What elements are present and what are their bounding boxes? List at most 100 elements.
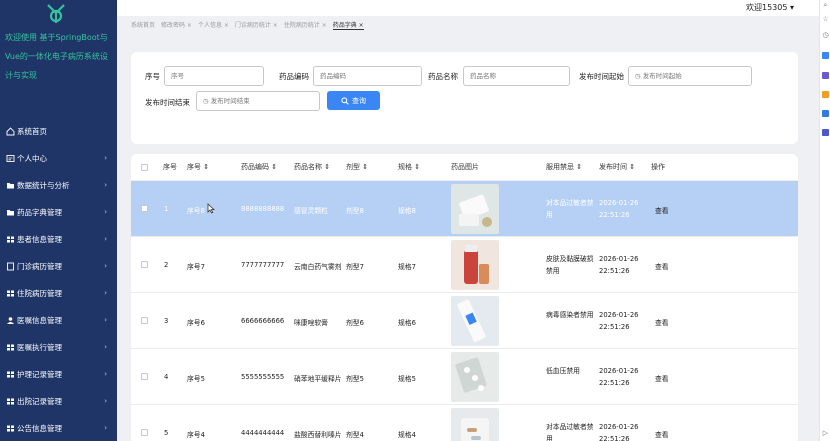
sidebar-item-6[interactable]: 住院病历管理 › xyxy=(0,280,117,307)
sidebar: 欢迎使用 基于SpringBoot与Vue的一体化电子病历系统设计与实现 系统首… xyxy=(0,0,117,441)
cell-taboo: 对本品过敏者禁用 xyxy=(546,423,594,441)
bag-icon[interactable] xyxy=(822,91,829,98)
grid-icon xyxy=(6,370,15,379)
folder-icon xyxy=(6,208,15,217)
star-icon[interactable]: ☆ xyxy=(822,16,829,23)
cloud-icon[interactable] xyxy=(822,110,829,117)
sidebar-item-2[interactable]: 数据统计与分析 › xyxy=(0,172,117,199)
expand-icon[interactable]: ▷ xyxy=(822,430,829,437)
app-icon[interactable] xyxy=(822,129,829,136)
col-form[interactable]: 剂型 ⇕ xyxy=(346,162,368,172)
sidebar-item-7[interactable]: 医嘱信息管理 › xyxy=(0,307,117,334)
ai-icon[interactable] xyxy=(822,52,829,59)
cell-form: 剂型7 xyxy=(346,263,364,271)
cell-taboo: 皮肤及黏膜破损禁用 xyxy=(546,255,594,275)
sidebar-item-label: 系统首页 xyxy=(17,127,47,136)
cell-index: 2 xyxy=(164,261,169,269)
grid-icon xyxy=(6,235,15,244)
chevron-right-icon: › xyxy=(104,235,107,243)
row-checkbox[interactable] xyxy=(141,261,148,268)
row-checkbox[interactable] xyxy=(141,317,148,324)
tab-3[interactable]: 门诊病历统计 × xyxy=(235,20,278,30)
cell-code: 8888888888 xyxy=(241,205,285,213)
drug-image xyxy=(451,240,499,290)
select-all-checkbox[interactable] xyxy=(141,164,148,171)
sidebar-item-3[interactable]: 药品字典管理 › xyxy=(0,199,117,226)
cell-spec: 规格8 xyxy=(398,207,416,215)
logo-icon xyxy=(47,4,65,23)
sidebar-menu: 系统首页 个人中心 › 数据统计与分析 › 药品字典管理 › 患者信息管理 › 门诊病历管理 › 住院… xyxy=(0,118,117,441)
user-menu[interactable]: 欢迎15305 ▾ xyxy=(746,2,794,13)
sidebar-item-1[interactable]: 个人中心 › xyxy=(0,145,117,172)
end-time-label: 发布时间结束 xyxy=(145,98,190,107)
sidebar-item-4[interactable]: 患者信息管理 › xyxy=(0,226,117,253)
search-panel: 序号 药品编码 药品名称 发布时间起始 发布时间结束 查询 xyxy=(131,52,798,144)
code-label: 药品编码 xyxy=(279,72,309,81)
sidebar-item-11[interactable]: 公告信息管理 › xyxy=(0,415,117,441)
end-time-input[interactable] xyxy=(196,91,320,111)
col-code[interactable]: 药品编码 ⇕ xyxy=(241,162,277,172)
view-button[interactable]: 查看 xyxy=(655,261,669,271)
row-checkbox[interactable] xyxy=(141,429,148,436)
row-checkbox[interactable] xyxy=(141,205,148,212)
sidebar-item-8[interactable]: 医嘱执行管理 › xyxy=(0,334,117,361)
view-button[interactable]: 查看 xyxy=(655,317,669,327)
table-row[interactable]: 3 序号6 6666666666 咪康唑软膏 剂型6 规格6 病毒感染者禁用 2026-01-… xyxy=(131,293,798,349)
table-row[interactable]: 2 序号7 7777777777 云南白药气雾剂 剂型7 规格7 皮肤及黏膜破损禁用 2026… xyxy=(131,237,798,293)
row-checkbox[interactable] xyxy=(141,373,148,380)
grid-icon xyxy=(6,289,15,298)
col-no[interactable]: 序号 ⇕ xyxy=(187,162,209,172)
sidebar-item-5[interactable]: 门诊病历管理 › xyxy=(0,253,117,280)
chevron-right-icon: › xyxy=(104,181,107,189)
search-icon[interactable]: ⌕ xyxy=(822,2,829,9)
home-icon xyxy=(6,127,15,136)
game-icon[interactable] xyxy=(822,72,829,79)
start-time-input[interactable] xyxy=(628,66,752,86)
table-row[interactable]: 1 序号8 8888888888 感冒灵颗粒 剂型8 规格8 对本品过敏者禁用 2026-01… xyxy=(131,181,798,237)
col-name[interactable]: 药品名称 ⇕ xyxy=(294,162,330,172)
sidebar-item-10[interactable]: 出院记录管理 › xyxy=(0,388,117,415)
table-row[interactable]: 4 序号5 5555555555 硝苯地平缓释片 剂型5 规格5 低血压禁用 2026-01-… xyxy=(131,349,798,405)
chevron-right-icon: › xyxy=(104,154,107,162)
drug-image xyxy=(451,352,499,402)
sidebar-item-label: 医嘱信息管理 xyxy=(17,316,62,325)
search-button-label: 查询 xyxy=(352,96,366,105)
cell-no: 序号4 xyxy=(187,431,205,439)
sidebar-item-label: 药品字典管理 xyxy=(17,208,62,217)
sidebar-item-9[interactable]: 护理记录管理 › xyxy=(0,361,117,388)
search-icon xyxy=(341,96,349,105)
view-button[interactable]: 查看 xyxy=(655,429,669,439)
tab-2[interactable]: 个人信息 × xyxy=(198,20,229,30)
tab-1[interactable]: 修改密码 × xyxy=(161,20,192,30)
no-input[interactable] xyxy=(164,66,264,86)
view-button[interactable]: 查看 xyxy=(655,373,669,383)
tab-4[interactable]: 住院病历统计 × xyxy=(284,20,327,30)
view-button[interactable]: 查看 xyxy=(655,205,669,215)
grid-icon xyxy=(6,397,15,406)
search-button[interactable]: 查询 xyxy=(327,91,380,110)
cell-code: 7777777777 xyxy=(241,261,285,269)
chevron-right-icon: › xyxy=(104,424,107,432)
code-input[interactable] xyxy=(313,66,422,86)
name-input[interactable] xyxy=(463,66,570,86)
cell-code: 4444444444 xyxy=(241,429,285,437)
cell-form: 剂型5 xyxy=(346,375,364,383)
col-spec[interactable]: 规格 ⇕ xyxy=(398,162,420,172)
sidebar-item-0[interactable]: 系统首页 xyxy=(0,118,117,145)
cell-name: 盐酸西替利嗪片 xyxy=(294,431,342,439)
chevron-right-icon: › xyxy=(104,208,107,216)
cell-spec: 规格4 xyxy=(398,431,416,439)
tab-0[interactable]: 系统首页 xyxy=(131,20,155,30)
clock-icon[interactable]: ◷ xyxy=(822,32,829,39)
table-row[interactable]: 5 序号4 4444444444 盐酸西替利嗪片 剂型4 规格4 对本品过敏者禁用 2026-… xyxy=(131,405,798,441)
cell-name: 感冒灵颗粒 xyxy=(294,207,328,215)
col-taboo[interactable]: 服用禁忌 ⇕ xyxy=(546,162,582,172)
tab-5[interactable]: 药品字典 × xyxy=(332,20,364,30)
col-index: 序号 xyxy=(163,163,177,171)
cell-form: 剂型6 xyxy=(346,319,364,327)
col-time[interactable]: 发布时间 ⇕ xyxy=(599,162,635,172)
sidebar-item-label: 出院记录管理 xyxy=(17,397,62,406)
cell-name: 咪康唑软膏 xyxy=(294,319,328,327)
table-header: 序号 序号 ⇕ 药品编码 ⇕ 药品名称 ⇕ 剂型 ⇕ 规格 ⇕ 药品图片 服用禁… xyxy=(131,154,798,181)
chevron-right-icon: › xyxy=(104,262,107,270)
